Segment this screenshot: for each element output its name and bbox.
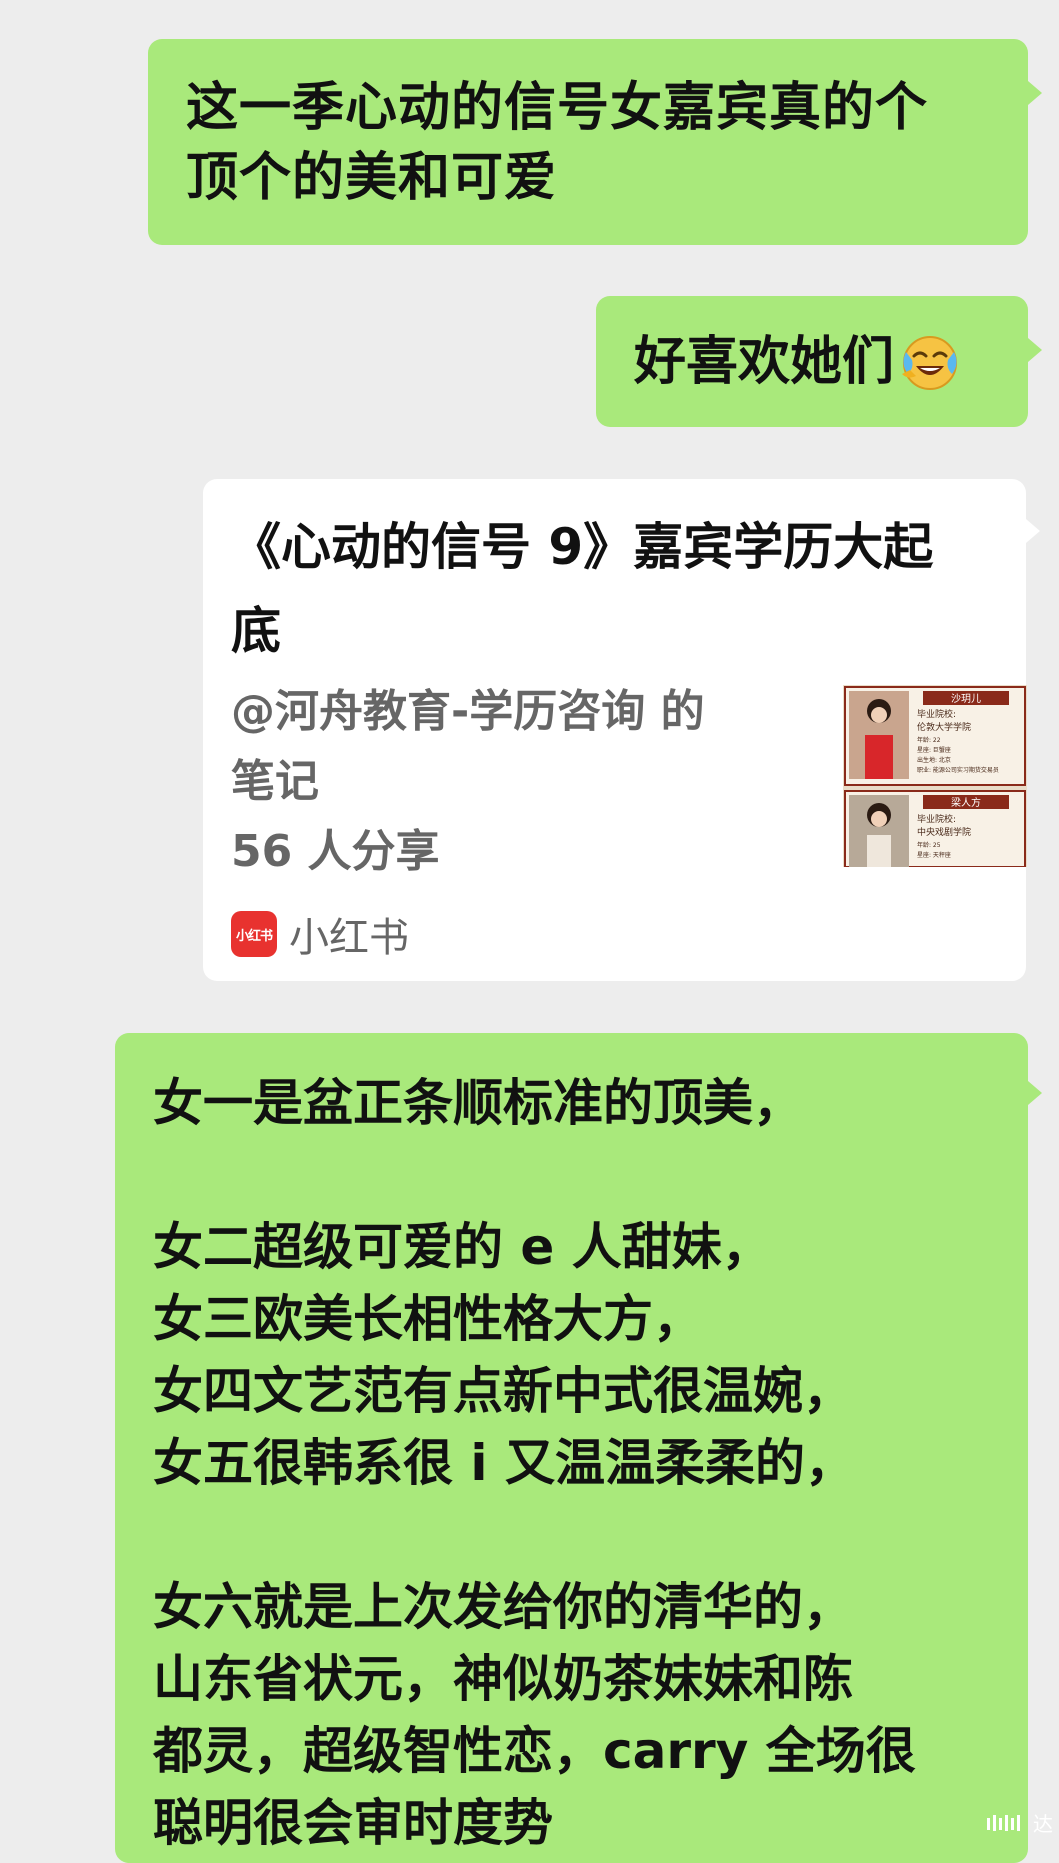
card-meta-line-2: 笔记 [231,756,319,807]
message-4-line: 山东省状元，神似奶茶妹妹和陈 [153,1650,853,1708]
message-2-text: 好喜欢她们 [634,332,895,392]
card-title: 《心动的信号 9》嘉宾学历大起 底 [231,505,1011,673]
card-meta-line-1: @河舟教育-学历咨询 的 [231,686,705,737]
message-4-line: 都灵，超级智性恋，carry 全场很 [153,1722,916,1780]
thumb-top-birthplace: 出生地: 北京 [917,756,951,764]
thumb-top-school-label: 毕业院校: [917,708,956,720]
message-4-line: 女二超级可爱的 e 人甜妹， [153,1218,772,1276]
message-4-line: 女五很韩系很 i 又温温柔柔的， [153,1434,855,1492]
watermark: 达 [987,1808,1053,1837]
shared-note-card[interactable]: 《心动的信号 9》嘉宾学历大起 底 @河舟教育-学历咨询 的 笔记 56 人分享… [203,479,1040,981]
card-title-line-1: 《心动的信号 9》嘉宾学历大起 [231,518,934,576]
thumb-top-name: 沙玥儿 [951,693,981,705]
message-4-line: 聪明很会审时度势 [153,1794,553,1852]
thumb-top-place: 星座: 巨蟹座 [917,746,951,754]
thumb-bottom-school-label: 毕业院校: [917,813,956,825]
message-4-line: 女四文艺范有点新中式很温婉， [153,1362,853,1420]
message-4-line: 女六就是上次发给你的清华的， [153,1578,853,1636]
message-bubble-4[interactable]: 女一是盆正条顺标准的顶美， 女二超级可爱的 e 人甜妹， 女三欧美长相性格大方，… [115,1033,1042,1863]
xiaohongshu-logo-icon: 小红书 [231,911,277,957]
card-thumbnail: 沙玥儿 毕业院校: 伦敦大学学院 年龄: 22 星座: 巨蟹座 出生地: 北京 … [843,685,1027,868]
thumb-bottom-name: 梁人方 [951,796,981,809]
watermark-bars-icon [987,1812,1027,1834]
thumb-top-school: 伦敦大学学院 [917,721,971,733]
message-bubble-2[interactable]: 好喜欢她们 [596,296,1042,427]
card-source-label: 小红书 [289,915,409,961]
thumb-bottom-place: 星座: 天秤座 [917,851,951,859]
message-bubble-1[interactable]: 这一季心动的信号女嘉宾真的个 顶个的美和可爱 [148,39,1042,245]
message-4-line: 女三欧美长相性格大方， [153,1290,703,1348]
card-source: 小红书 小红书 [231,905,996,963]
face-with-tears-of-joy-icon [898,330,962,394]
card-meta-line-3: 56 人分享 [231,826,440,877]
watermark-text: 达 [1033,1812,1053,1836]
message-4-line: 女一是盆正条顺标准的顶美， [153,1074,803,1132]
thumb-top-age: 年龄: 22 [917,736,941,744]
message-1-line-2: 顶个的美和可爱 [186,148,558,208]
thumb-bottom-age: 年龄: 25 [917,841,941,849]
card-body: @河舟教育-学历咨询 的 笔记 56 人分享 沙玥儿 毕业院校: 伦敦大学学院 … [231,677,1027,877]
thumb-top-job: 职业: 能源公司实习期货交易员 [917,766,999,774]
thumb-bottom-school: 中央戏剧学院 [917,826,971,838]
message-1-line-1: 这一季心动的信号女嘉宾真的个 [186,78,929,138]
card-title-line-2: 底 [231,602,281,660]
card-meta: @河舟教育-学历咨询 的 笔记 56 人分享 [231,677,771,887]
chat-window: 这一季心动的信号女嘉宾真的个 顶个的美和可爱 好喜欢她们 《心动的信号 9》嘉宾… [0,0,1059,1863]
